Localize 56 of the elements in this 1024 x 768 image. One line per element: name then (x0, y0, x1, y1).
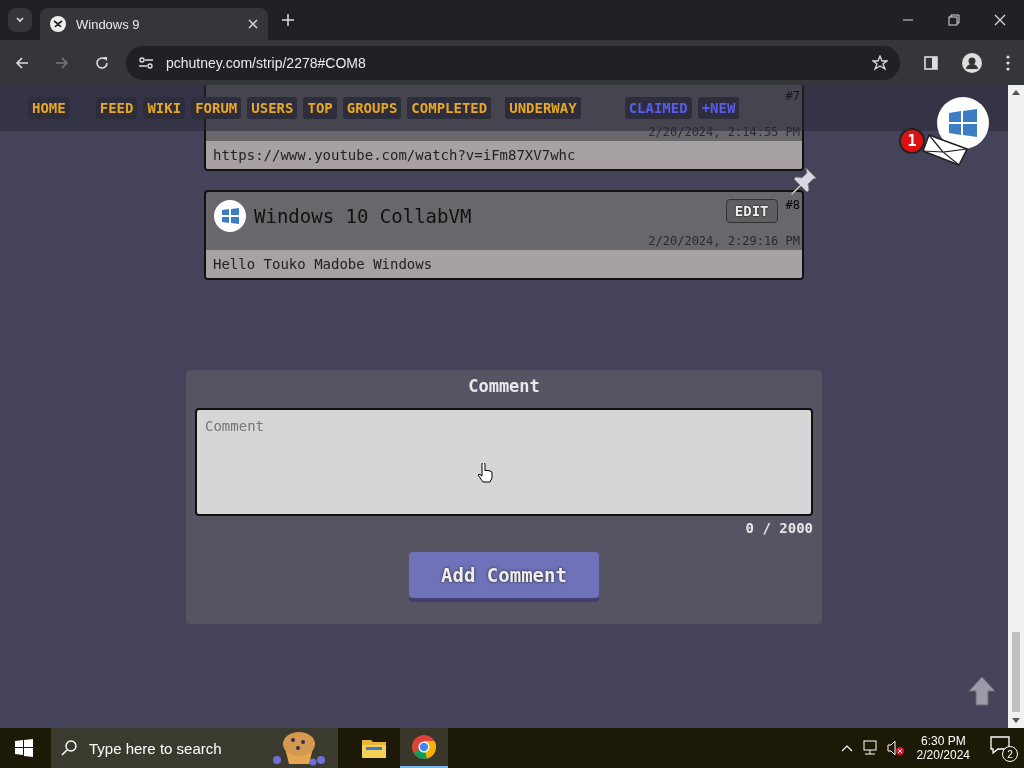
menu-icon[interactable] (1006, 54, 1010, 71)
nav-link[interactable]: HOME (28, 97, 70, 119)
nav-link[interactable]: FORUM (191, 97, 242, 119)
profile-icon[interactable] (962, 52, 982, 73)
search-icon[interactable] (61, 740, 77, 756)
browser-tab[interactable]: Windows 9 (40, 8, 268, 40)
nav-link[interactable]: FEED (95, 97, 138, 119)
comment-author: Windows 10 CollabVM (254, 205, 472, 227)
nav-link[interactable]: GROUPS (342, 97, 402, 119)
comment-number: #8 (785, 198, 800, 212)
nav-link[interactable]: USERS (247, 97, 298, 119)
back-icon[interactable] (14, 54, 30, 71)
comment-body: https://www.youtube.com/watch?v=iFm87XV7whc (206, 141, 802, 169)
windows-logo-icon[interactable] (937, 97, 989, 149)
scroll-to-top-arrow-icon[interactable] (968, 676, 996, 706)
nav-link[interactable]: WIKI (143, 97, 186, 119)
muffin-icon (271, 730, 327, 766)
envelope-icon[interactable] (921, 133, 969, 167)
comment-input-field[interactable]: Comment (195, 408, 813, 516)
scrollbar-thumb[interactable] (1012, 632, 1020, 712)
taskbar-search-field[interactable]: Type here to search (87, 738, 261, 758)
character-counter: 0 / 2000 (745, 520, 813, 536)
address-bar[interactable]: pchutney.com/strip/2278#COM8 (126, 45, 900, 80)
forward-icon[interactable] (54, 54, 70, 71)
network-icon[interactable] (860, 740, 879, 756)
bookmark-star-icon[interactable] (872, 54, 888, 71)
reload-icon[interactable] (94, 54, 110, 71)
folder-icon[interactable] (362, 738, 386, 758)
close-icon[interactable] (994, 14, 1006, 26)
chevron-up-icon[interactable] (840, 744, 853, 752)
comment-body: Hello Touko Madobe Windows (206, 250, 802, 278)
chrome-app-icon[interactable] (400, 728, 448, 768)
nav-link[interactable]: UNDERWAY (505, 97, 581, 119)
taskbar-search-box[interactable]: Type here to search (51, 728, 338, 768)
new-tab-icon[interactable] (282, 14, 294, 26)
nav-link[interactable]: TOP (303, 97, 337, 119)
muted-speaker-icon[interactable] (886, 740, 905, 756)
restore-icon[interactable] (948, 14, 960, 26)
favicon-icon (50, 16, 66, 32)
scroll-up-arrow-icon[interactable] (1012, 89, 1020, 95)
windows-logo-avatar-icon (214, 200, 246, 232)
start-icon[interactable] (15, 739, 33, 757)
taskbar-time[interactable]: 6:30 PM (920, 734, 966, 748)
hand-cursor-icon (477, 463, 493, 483)
tab-search-button[interactable] (8, 8, 32, 32)
comment-timestamp: 2/20/2024, 2:29:16 PM (648, 234, 800, 248)
comment-timestamp: 2/20/2024, 2:14:55 PM (648, 125, 800, 139)
notification-badge: 1 (899, 128, 925, 154)
close-tab-icon[interactable] (248, 19, 258, 29)
side-panel-icon[interactable] (924, 55, 938, 70)
scroll-down-arrow-icon[interactable] (1012, 718, 1020, 724)
nav-link[interactable]: COMPLETED (407, 97, 492, 119)
form-title: Comment (468, 376, 540, 396)
taskbar-date[interactable]: 2/20/2024 (916, 748, 970, 762)
edit-button[interactable]: EDIT (725, 199, 778, 223)
site-settings-icon[interactable] (138, 55, 154, 70)
